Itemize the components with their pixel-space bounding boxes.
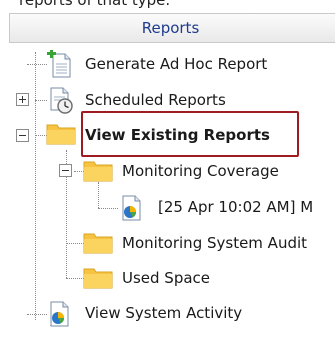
tree-connector: [66, 243, 84, 244]
folder-icon: [83, 233, 113, 254]
tree-connector: [98, 182, 99, 208]
tree-connector: [27, 314, 47, 315]
folder-icon: [83, 268, 113, 289]
tree-item-label: View System Activity: [85, 304, 243, 322]
tree-connector: [35, 52, 36, 320]
folder-icon: [83, 161, 113, 182]
folder-icon: [46, 124, 76, 145]
tree-item-label: [25 Apr 10:02 AM] M: [158, 198, 314, 216]
reports-tree: Generate Ad Hoc Report Scheduled Reports…: [0, 0, 335, 351]
collapse-view-existing-toggle[interactable]: [16, 129, 29, 142]
tree-item-label: Monitoring System Audit: [122, 234, 308, 252]
report-chart-icon: [50, 301, 69, 327]
tree-item-label: Used Space: [122, 269, 211, 287]
highlight-box: [81, 111, 299, 157]
report-chart-icon: [122, 195, 141, 221]
document-add-icon: [47, 50, 71, 78]
document-clock-icon: [50, 87, 73, 114]
tree-connector: [27, 64, 47, 65]
tree-item-label: Monitoring Coverage: [122, 162, 279, 180]
tree-item-label: Generate Ad Hoc Report: [85, 55, 268, 73]
tree-connector: [66, 278, 84, 279]
tree-item-label: Scheduled Reports: [85, 91, 226, 109]
tree-connector: [98, 208, 118, 209]
expand-scheduled-reports-toggle[interactable]: [16, 93, 29, 106]
collapse-monitoring-coverage-toggle[interactable]: [59, 164, 72, 177]
